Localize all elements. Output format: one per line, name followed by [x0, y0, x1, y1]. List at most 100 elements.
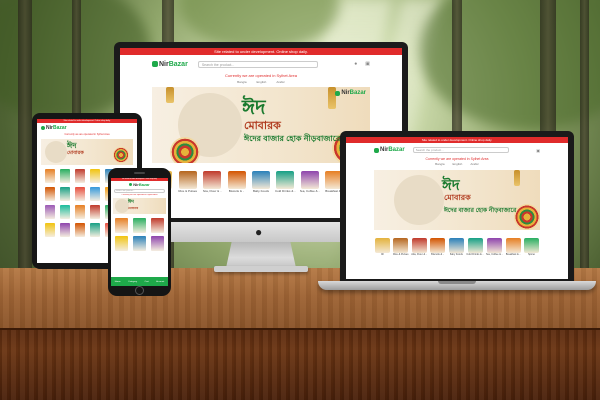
category-image — [251, 171, 270, 189]
search-input[interactable]: Search the product... — [197, 60, 318, 68]
category-item[interactable]: Cold Drinks & .. — [274, 171, 296, 193]
banner-mubarak-text: মোবারক — [128, 206, 139, 210]
cart-icon[interactable]: ▣ — [365, 61, 370, 67]
product-image — [59, 187, 70, 201]
brand-name-dark: Nir — [159, 60, 169, 68]
category-image — [227, 171, 246, 189]
brand-logo[interactable]: Nir Bazar — [129, 182, 150, 187]
category-item[interactable]: Cold Drinks & .. — [466, 238, 484, 256]
product-grid — [114, 218, 165, 251]
user-icon[interactable]: ● — [354, 61, 357, 67]
product-card[interactable] — [43, 187, 56, 201]
product-image — [74, 187, 85, 201]
product-image — [150, 236, 164, 251]
category-label: Baby Foods — [449, 253, 463, 256]
product-card[interactable] — [58, 187, 71, 201]
category-item[interactable]: Oil — [374, 238, 390, 256]
category-row: Oil Rice & PulsesAtta, Flour & ..Biscuits… — [374, 238, 540, 256]
product-card[interactable] — [132, 236, 148, 251]
cart-icon[interactable]: ▣ — [536, 148, 540, 153]
product-card[interactable] — [73, 169, 86, 183]
search-input[interactable]: Search the product... — [412, 147, 509, 153]
brand-logo[interactable]: Nir Bazar — [152, 61, 188, 68]
language-tabs: Bangla English Arabic — [346, 162, 568, 167]
tab-bangla[interactable]: Bangla — [237, 79, 246, 85]
category-label: Tea, Coffee & .. — [299, 189, 321, 193]
iphone-speaker — [134, 172, 145, 174]
category-item[interactable]: Atta, Flour & .. — [201, 171, 223, 193]
brand-name-green: Bazar — [52, 125, 67, 131]
foliage — [420, 0, 600, 130]
brand-logo[interactable]: Nir Bazar — [41, 125, 67, 131]
product-image — [44, 187, 55, 201]
category-label: Atta, Flour & .. — [411, 253, 428, 256]
category-item[interactable]: Spices — [523, 238, 540, 256]
product-card[interactable] — [58, 169, 71, 183]
product-image — [44, 223, 55, 237]
product-image — [132, 236, 146, 251]
tab-english[interactable]: English — [256, 79, 266, 85]
category-item[interactable]: Breakfast & .. — [505, 238, 521, 256]
category-item[interactable]: Rice & Pulses — [392, 238, 409, 256]
category-item[interactable]: Tea, Coffee & .. — [486, 238, 503, 256]
brand-name-dark: Nir — [46, 125, 53, 131]
search-input[interactable]: Search the product... — [114, 189, 165, 193]
product-card[interactable] — [149, 236, 165, 251]
macbook-screen: Site related to under development. Onlin… — [346, 137, 568, 279]
category-label: Spices — [527, 253, 536, 256]
tab-arabic[interactable]: Arabic — [470, 162, 479, 167]
bottom-nav-item[interactable]: Home — [115, 281, 121, 283]
imac-stand-base — [214, 266, 308, 272]
category-image — [524, 238, 540, 253]
product-image — [150, 218, 164, 233]
product-card[interactable] — [88, 187, 101, 201]
brand-logo[interactable]: Nir Bazar — [374, 147, 405, 153]
product-card[interactable] — [73, 205, 86, 219]
crescent-moon — [45, 141, 67, 163]
category-image — [393, 238, 409, 253]
logo-mark-icon — [335, 90, 341, 96]
tree-trunk — [18, 0, 32, 290]
bottom-nav-item[interactable]: Cart — [145, 281, 149, 283]
product-image — [89, 223, 100, 237]
product-card[interactable] — [43, 205, 56, 219]
category-image — [505, 238, 521, 253]
product-card[interactable] — [88, 223, 101, 237]
product-card[interactable] — [132, 218, 148, 233]
product-card[interactable] — [58, 205, 71, 219]
product-card[interactable] — [73, 187, 86, 201]
logo-mark-icon — [152, 61, 158, 67]
banner-mubarak-text: মোবারক — [67, 150, 84, 156]
category-item[interactable]: Baby Foods — [250, 171, 272, 193]
category-item[interactable]: Rice & Pulses — [176, 171, 198, 193]
product-card[interactable] — [149, 218, 165, 233]
area-notice: Currently we are operated in Sylhet Area — [64, 133, 110, 136]
product-card[interactable] — [73, 223, 86, 237]
product-card[interactable] — [88, 205, 101, 219]
category-item[interactable]: Atta, Flour & .. — [411, 238, 427, 256]
tab-bangla[interactable]: Bangla — [435, 162, 444, 167]
category-label: Baby Foods — [252, 189, 269, 193]
product-card[interactable] — [114, 236, 130, 251]
product-card[interactable] — [88, 169, 101, 183]
banner-mubarak-text: মোবারক — [444, 193, 471, 202]
brand-name-green: Bazar — [138, 182, 150, 187]
bottom-nav-item[interactable]: Account — [156, 281, 164, 283]
area-notice: Currently we are operated in Sylhet Area — [121, 194, 158, 196]
category-item[interactable]: Biscuits & .. — [225, 171, 247, 193]
brand-name-green: Bazar — [168, 60, 188, 68]
tab-arabic[interactable]: Arabic — [276, 79, 285, 85]
category-item[interactable]: Biscuits & .. — [429, 238, 446, 256]
category-item[interactable]: Baby Foods — [448, 238, 464, 256]
bottom-nav-item[interactable]: Category — [128, 281, 137, 283]
product-card[interactable] — [43, 223, 56, 237]
site-header: Nir Bazar — [37, 123, 137, 133]
mandala-decoration — [170, 137, 200, 163]
mandala-decoration — [113, 147, 129, 163]
product-card[interactable] — [43, 169, 56, 183]
category-item[interactable]: Tea, Coffee & .. — [299, 171, 321, 193]
tab-english[interactable]: English — [452, 162, 462, 167]
product-card[interactable] — [58, 223, 71, 237]
category-label: Biscuits & .. — [228, 189, 245, 193]
product-card[interactable] — [114, 218, 130, 233]
